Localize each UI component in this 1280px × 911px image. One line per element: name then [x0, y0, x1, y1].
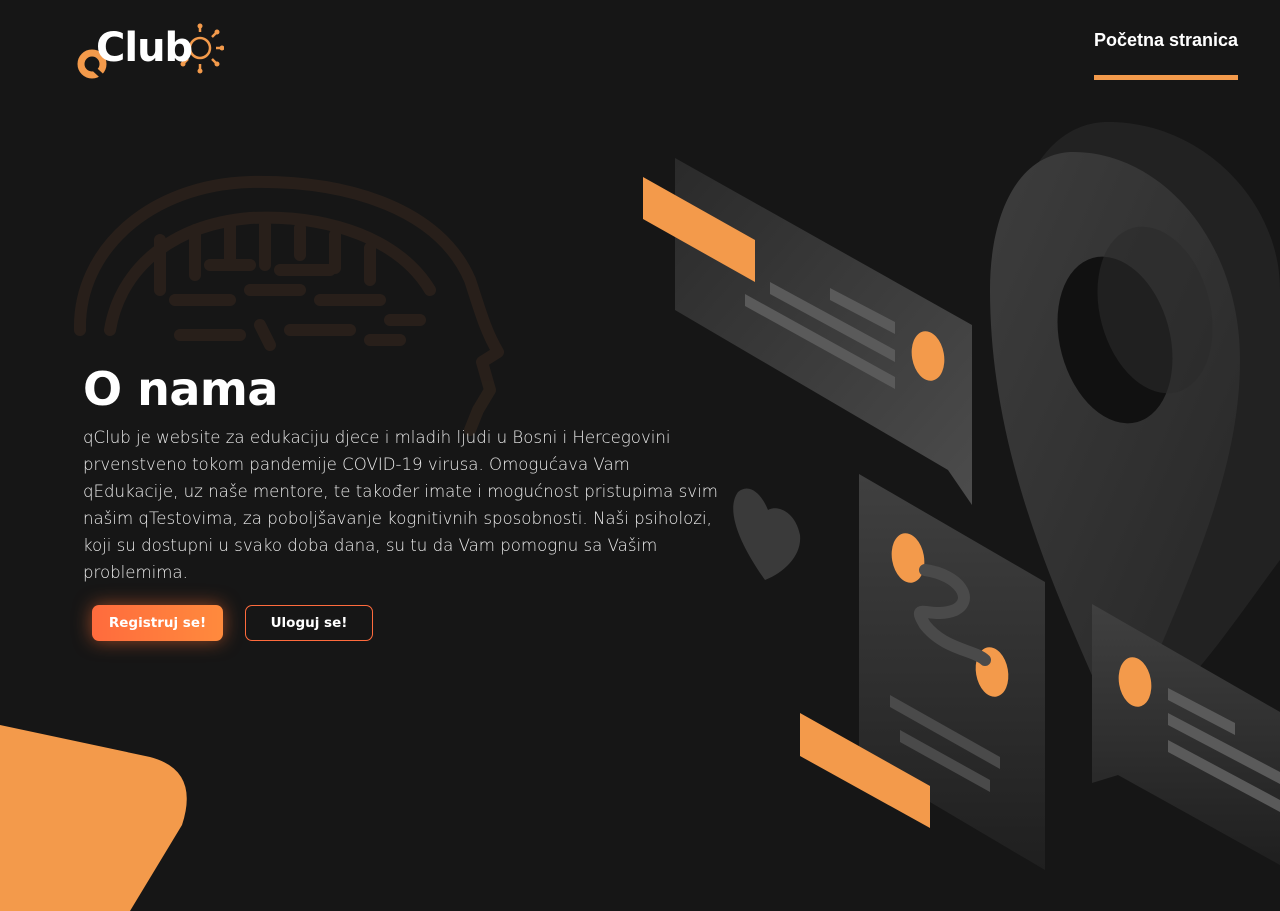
- register-button[interactable]: Registruj se!: [92, 605, 223, 641]
- about-description: qClub je website za edukaciju djece i ml…: [83, 428, 718, 582]
- network-card: [859, 474, 1045, 870]
- page: Club Početna stranica O nama qClub je we…: [0, 0, 1280, 911]
- page-title: O nama: [83, 362, 278, 416]
- heart-icon: [733, 488, 801, 580]
- login-button[interactable]: Uloguj se!: [245, 605, 373, 641]
